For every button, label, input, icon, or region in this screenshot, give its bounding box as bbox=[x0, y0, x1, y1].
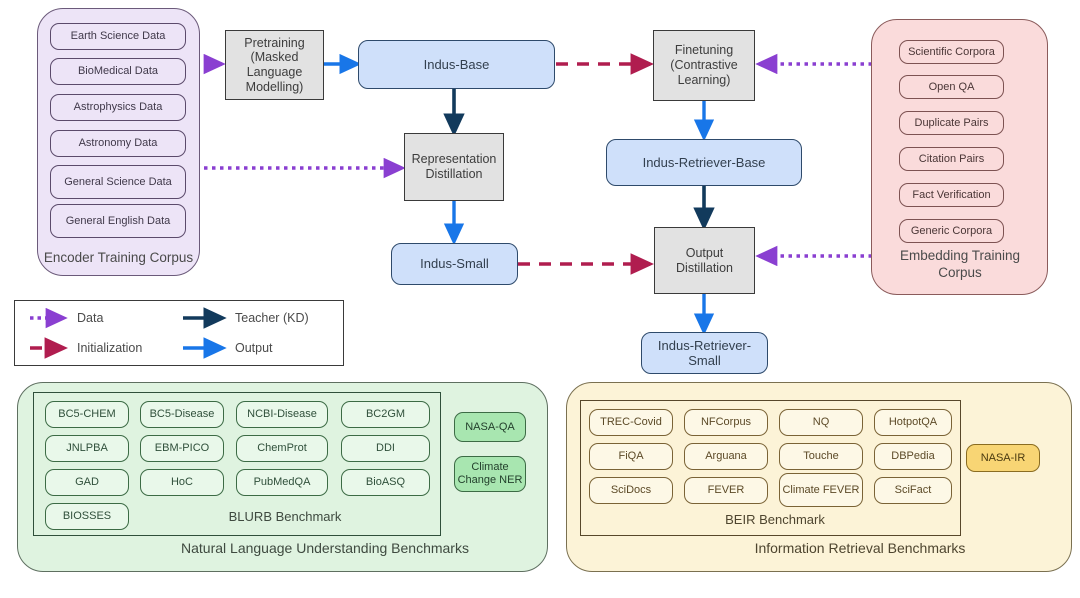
corpus-chip-generic-corpora[interactable]: Generic Corpora bbox=[899, 219, 1004, 243]
corpus-chip-fact-verification[interactable]: Fact Verification bbox=[899, 183, 1004, 207]
output-distillation-node[interactable]: Output Distillation bbox=[654, 227, 755, 294]
benchmark-chip-nfcorpus[interactable]: NFCorpus bbox=[684, 409, 768, 436]
benchmark-chip-touche[interactable]: Touche bbox=[779, 443, 863, 470]
benchmark-chip-nasa-ir[interactable]: NASA-IR bbox=[966, 444, 1040, 472]
nlu-benchmarks-caption: Natural Language Understanding Benchmark… bbox=[181, 539, 469, 556]
benchmark-chip-hoc[interactable]: HoC bbox=[140, 469, 224, 496]
finetuning-node[interactable]: Finetuning (Contrastive Learning) bbox=[653, 30, 755, 101]
benchmark-chip-jnlpba[interactable]: JNLPBA bbox=[45, 435, 129, 462]
legend-box bbox=[14, 300, 344, 366]
indus-base-node[interactable]: Indus-Base bbox=[358, 40, 555, 89]
encoder-training-corpus-caption: Encoder Training Corpus bbox=[43, 250, 194, 265]
benchmark-chip-bc5-disease[interactable]: BC5-Disease bbox=[140, 401, 224, 428]
corpus-chip-general-science[interactable]: General Science Data bbox=[50, 165, 186, 199]
benchmark-chip-fever[interactable]: FEVER bbox=[684, 477, 768, 504]
corpus-chip-open-qa[interactable]: Open QA bbox=[899, 75, 1004, 99]
corpus-chip-scientific-corpora[interactable]: Scientific Corpora bbox=[899, 40, 1004, 64]
corpus-chip-duplicate-pairs[interactable]: Duplicate Pairs bbox=[899, 111, 1004, 135]
corpus-chip-astrophysics[interactable]: Astrophysics Data bbox=[50, 94, 186, 121]
indus-retriever-base-node[interactable]: Indus-Retriever-Base bbox=[606, 139, 802, 186]
indus-small-node[interactable]: Indus-Small bbox=[391, 243, 518, 285]
legend-label-teacher-kd: Teacher (KD) bbox=[235, 311, 309, 325]
pretraining-node[interactable]: Pretraining (Masked Language Modelling) bbox=[225, 30, 324, 100]
benchmark-chip-chemprot[interactable]: ChemProt bbox=[236, 435, 328, 462]
benchmark-chip-hotpotqa[interactable]: HotpotQA bbox=[874, 409, 952, 436]
benchmark-chip-dbpedia[interactable]: DBPedia bbox=[874, 443, 952, 470]
corpus-chip-citation-pairs[interactable]: Citation Pairs bbox=[899, 147, 1004, 171]
corpus-chip-astronomy[interactable]: Astronomy Data bbox=[50, 130, 186, 157]
benchmark-chip-trec-covid[interactable]: TREC-Covid bbox=[589, 409, 673, 436]
benchmark-chip-bc2gm[interactable]: BC2GM bbox=[341, 401, 430, 428]
blurb-benchmark-label: BLURB Benchmark bbox=[228, 508, 342, 524]
benchmark-chip-climate-fever[interactable]: Climate FEVER bbox=[779, 473, 863, 507]
benchmark-chip-nq[interactable]: NQ bbox=[779, 409, 863, 436]
benchmark-chip-ddi[interactable]: DDI bbox=[341, 435, 430, 462]
benchmark-chip-bioasq[interactable]: BioASQ bbox=[341, 469, 430, 496]
corpus-chip-earth-science[interactable]: Earth Science Data bbox=[50, 23, 186, 50]
benchmark-chip-gad[interactable]: GAD bbox=[45, 469, 129, 496]
beir-benchmark-label: BEIR Benchmark bbox=[725, 512, 825, 528]
benchmark-chip-arguana[interactable]: Arguana bbox=[684, 443, 768, 470]
benchmark-chip-ebm-pico[interactable]: EBM-PICO bbox=[140, 435, 224, 462]
benchmark-chip-biosses[interactable]: BIOSSES bbox=[45, 503, 129, 530]
representation-distillation-node[interactable]: Representation Distillation bbox=[404, 133, 504, 201]
benchmark-chip-bc5-chem[interactable]: BC5-CHEM bbox=[45, 401, 129, 428]
benchmark-chip-pubmedqa[interactable]: PubMedQA bbox=[236, 469, 328, 496]
benchmark-chip-scifact[interactable]: SciFact bbox=[874, 477, 952, 504]
legend-label-data: Data bbox=[77, 311, 104, 325]
legend-label-initialization: Initialization bbox=[77, 341, 143, 355]
indus-retriever-small-node[interactable]: Indus-Retriever-Small bbox=[641, 332, 768, 374]
ir-benchmarks-caption: Information Retrieval Benchmarks bbox=[754, 539, 966, 556]
benchmark-chip-nasa-qa[interactable]: NASA-QA bbox=[454, 412, 526, 442]
embedding-training-corpus-caption: Embedding Training Corpus bbox=[899, 248, 1021, 280]
benchmark-chip-fiqa[interactable]: FiQA bbox=[589, 443, 673, 470]
legend-label-output: Output bbox=[235, 341, 273, 355]
benchmark-chip-climate-change-ner[interactable]: Climate Change NER bbox=[454, 456, 526, 492]
benchmark-chip-ncbi-disease[interactable]: NCBI-Disease bbox=[236, 401, 328, 428]
corpus-chip-general-english[interactable]: General English Data bbox=[50, 204, 186, 238]
benchmark-chip-scidocs[interactable]: SciDocs bbox=[589, 477, 673, 504]
corpus-chip-biomedical[interactable]: BioMedical Data bbox=[50, 58, 186, 85]
